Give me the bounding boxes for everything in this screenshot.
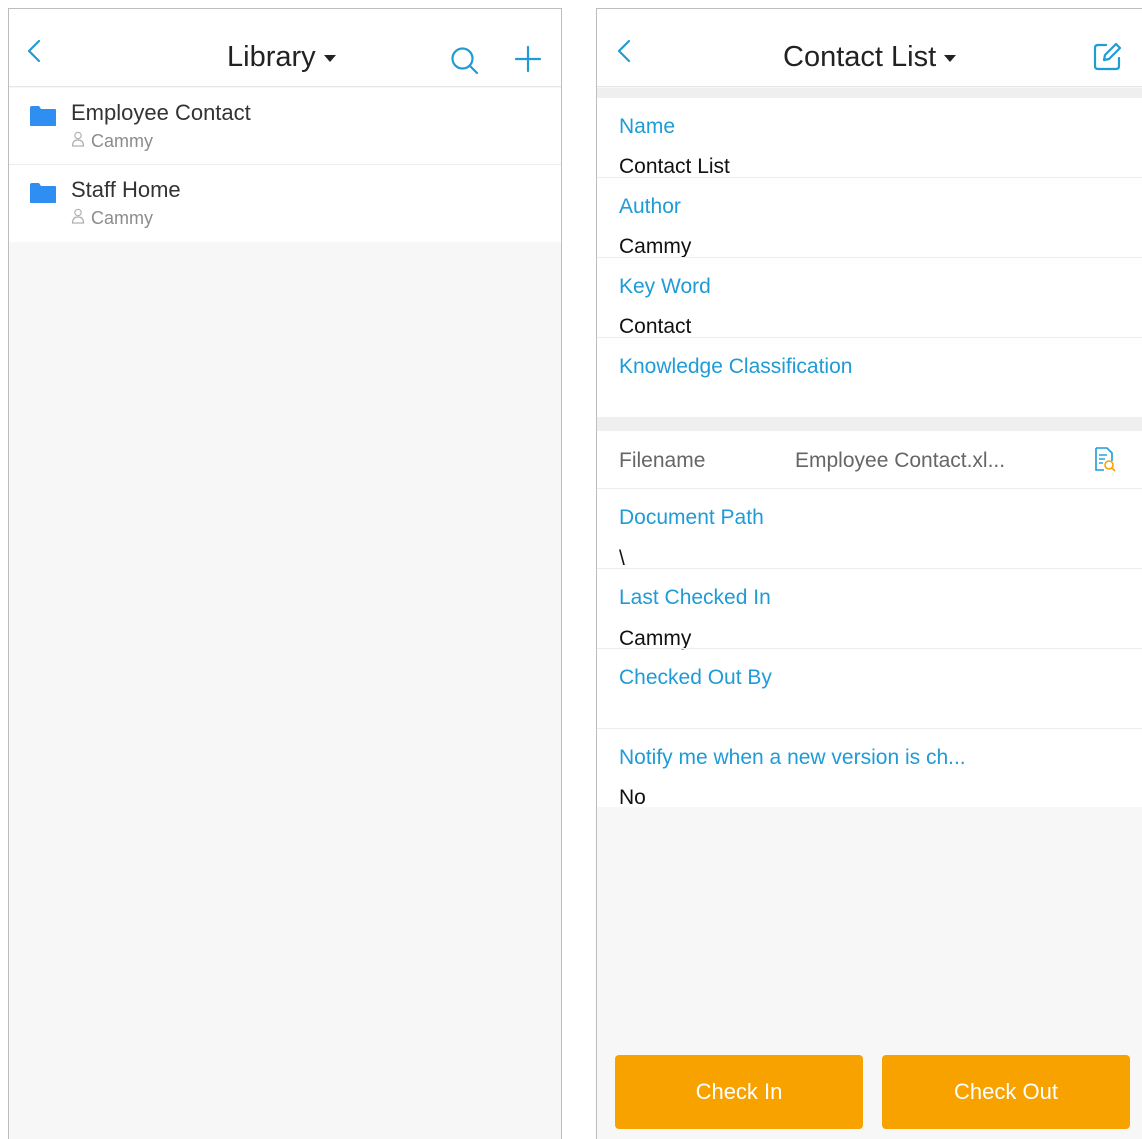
folder-icon: [29, 105, 57, 132]
folder-icon: [29, 182, 57, 209]
library-screen: Library Employee Contact Cammy Staff Hom…: [8, 8, 562, 1139]
divider: [597, 728, 1142, 729]
classification-label[interactable]: Knowledge Classification: [619, 355, 852, 379]
caret-down-icon: [323, 54, 336, 62]
plus-icon[interactable]: [514, 45, 542, 78]
divider: [597, 568, 1142, 569]
filename-value[interactable]: Employee Contact.xl...: [795, 449, 1005, 473]
folder-name: Staff Home: [71, 177, 181, 202]
name-label: Name: [619, 115, 676, 138]
folder-author: Cammy: [71, 208, 153, 229]
list-item[interactable]: Employee Contact Cammy: [9, 88, 561, 165]
divider: [597, 488, 1142, 489]
library-title[interactable]: Library: [227, 9, 336, 87]
metadata-section: Name Contact List Author Cammy Key Word …: [597, 98, 1142, 417]
checked-out-by-label: Checked Out By: [619, 666, 772, 689]
divider: [597, 648, 1142, 649]
author-value: Cammy: [619, 235, 692, 258]
keyword-label: Key Word: [619, 275, 711, 298]
filename-label: Filename: [619, 449, 706, 472]
file-preview-icon[interactable]: [1093, 447, 1117, 478]
edit-icon[interactable]: [1092, 42, 1122, 77]
keyword-value: Contact: [619, 315, 692, 338]
library-navbar: Library: [9, 9, 561, 87]
folder-name: Employee Contact: [71, 100, 251, 125]
list-item[interactable]: Staff Home Cammy: [9, 165, 561, 242]
search-icon[interactable]: [450, 46, 480, 81]
library-list: Employee Contact Cammy Staff Home Cammy: [9, 88, 561, 242]
divider: [597, 337, 1142, 338]
folder-author-name: Cammy: [91, 208, 153, 228]
caret-down-icon: [944, 54, 957, 62]
name-value: Contact List: [619, 155, 730, 178]
check-in-button[interactable]: Check In: [615, 1055, 863, 1129]
detail-title[interactable]: Contact List: [783, 9, 957, 87]
chevron-left-icon[interactable]: [617, 39, 631, 68]
divider: [597, 177, 1142, 178]
person-icon: [71, 131, 85, 152]
detail-screen: Contact List Name Contact List Author Ca…: [596, 8, 1142, 1139]
path-label: Document Path: [619, 506, 764, 529]
section-spacer: [597, 88, 1142, 98]
author-label: Author: [619, 195, 681, 218]
person-icon: [71, 208, 85, 229]
chevron-left-icon[interactable]: [27, 39, 41, 68]
notify-value[interactable]: No: [619, 786, 646, 810]
last-checked-in-label: Last Checked In: [619, 586, 771, 609]
folder-author: Cammy: [71, 131, 153, 152]
file-section: Filename Employee Contact.xl... Document…: [597, 431, 1142, 810]
notify-label[interactable]: Notify me when a new version is ch...: [619, 746, 966, 770]
divider: [597, 257, 1142, 258]
folder-author-name: Cammy: [91, 131, 153, 151]
section-spacer: [597, 417, 1142, 431]
check-out-button[interactable]: Check Out: [882, 1055, 1130, 1129]
detail-navbar: Contact List: [597, 9, 1142, 87]
